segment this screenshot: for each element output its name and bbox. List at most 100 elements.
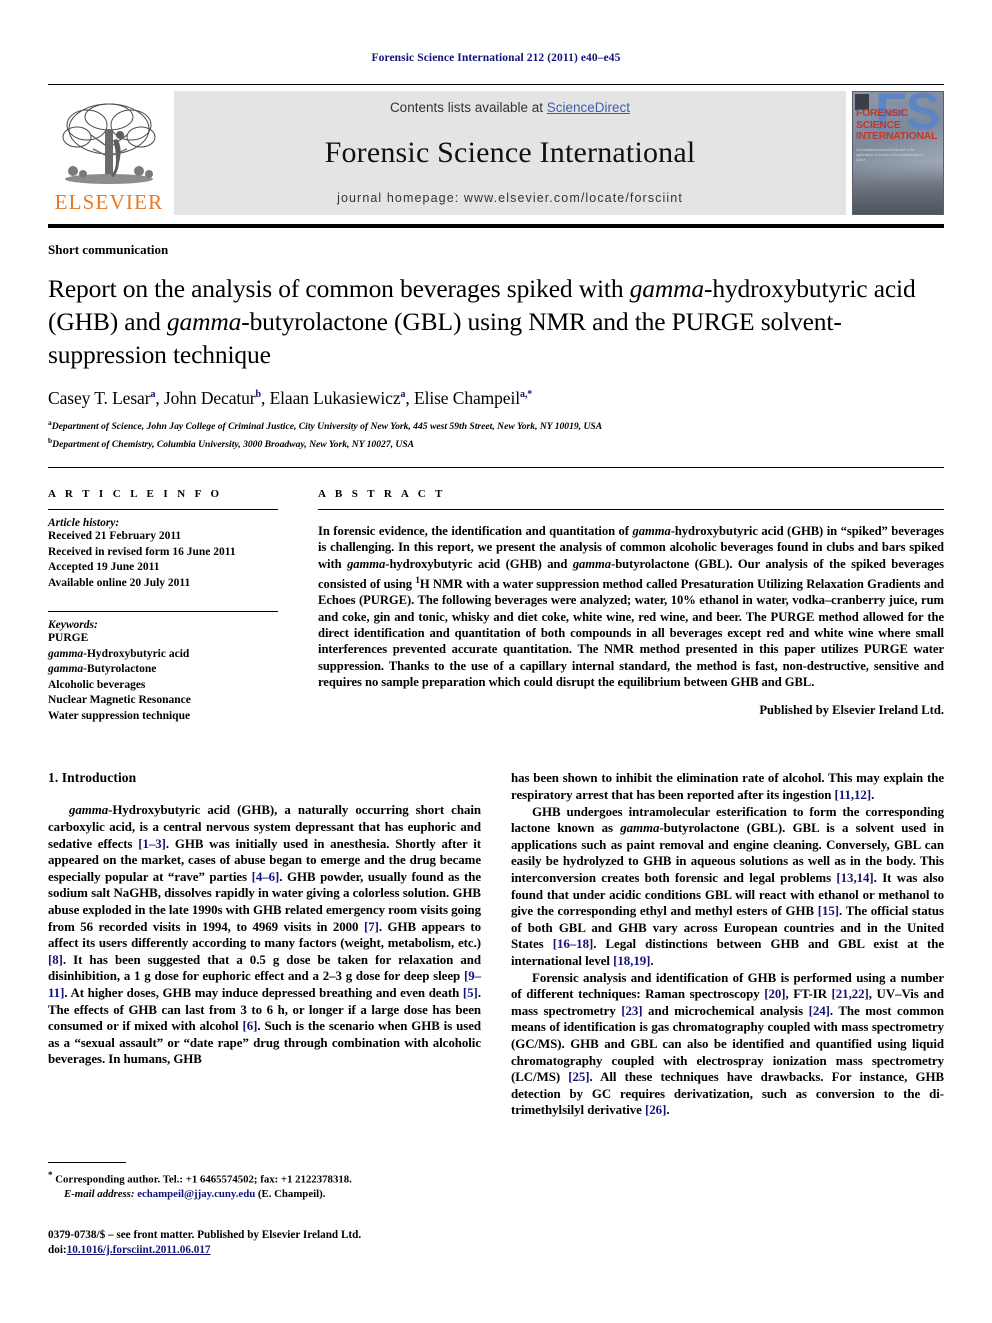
info-band-divider — [48, 467, 944, 469]
affiliation-item: bDepartment of Chemistry, Columbia Unive… — [48, 434, 944, 452]
document-type: Short communication — [48, 242, 169, 257]
author-affil-mark: a,* — [520, 389, 533, 401]
cover-subtitle: An international journal dedicated to th… — [856, 148, 924, 162]
abstract-italic: gamma — [632, 524, 671, 539]
elsevier-wordmark: ELSEVIER — [54, 190, 164, 214]
banner-center: Contents lists available at ScienceDirec… — [174, 91, 846, 215]
cover-mountain-art — [853, 162, 943, 214]
article-info-column: A R T I C L E I N F O Article history: R… — [48, 488, 300, 724]
footnote-text: Corresponding author. Tel.: +1 646557450… — [55, 1173, 352, 1186]
author-name[interactable]: Casey T. Lesar — [48, 388, 151, 408]
article-history-heading: Article history: — [48, 517, 120, 530]
author-list: Casey T. Lesara, John Decaturb, Elaan Lu… — [48, 388, 533, 409]
citation-ref[interactable]: [24] — [809, 1004, 830, 1018]
intro-paragraph-2: has been shown to inhibit the eliminatio… — [511, 770, 944, 803]
page-footer: 0379-0738/$ – see front matter. Publishe… — [48, 1228, 508, 1258]
cover-line-3: INTERNATIONAL — [856, 130, 938, 142]
email-link[interactable]: echampeil@jjay.cuny.edu — [137, 1188, 255, 1200]
footnote-line-1: * Corresponding author. Tel.: +1 6465574… — [48, 1168, 481, 1187]
elsevier-logo: ELSEVIER — [48, 91, 170, 215]
keyword-item[interactable]: Nuclear Magnetic Resonance — [48, 693, 278, 709]
author-affil-mark: a — [150, 389, 156, 401]
contents-prefix: Contents lists available at — [389, 100, 547, 115]
author-name[interactable]: John Decatur — [164, 388, 256, 408]
citation-ref[interactable]: [7] — [364, 920, 379, 934]
keyword-item[interactable]: gamma-Butyrolactone — [48, 662, 278, 678]
citation-ref[interactable]: [11,12] — [835, 788, 872, 802]
intro-italic: gamma — [620, 821, 660, 836]
keyword-item[interactable]: PURGE — [48, 631, 278, 647]
intro-seg: . — [666, 1103, 670, 1118]
corresponding-author-footnote: * Corresponding author. Tel.: +1 6465574… — [48, 1162, 481, 1201]
affiliations: aDepartment of Science, John Jay College… — [48, 416, 944, 451]
keyword-text: -Butyrolactone — [83, 663, 157, 676]
keywords-rule — [48, 611, 278, 613]
affiliation-item: aDepartment of Science, John Jay College… — [48, 416, 944, 434]
citation-ref[interactable]: [16–18] — [553, 937, 594, 951]
article-history-list: Received 21 February 2011 Received in re… — [48, 529, 278, 591]
intro-seg: and microchemical analysis — [642, 1003, 809, 1018]
abstract-seg: -hydroxybutyric acid (GHB) and — [385, 556, 573, 571]
title-italic-2: gamma — [166, 307, 242, 336]
intro-seg: has been shown to inhibit the eliminatio… — [511, 771, 944, 803]
title-seg-1: Report on the analysis of common beverag… — [48, 274, 630, 303]
contents-lists-line: Contents lists available at ScienceDirec… — [390, 100, 630, 115]
affiliation-text: Department of Science, John Jay College … — [51, 421, 603, 433]
doi-prefix: doi: — [48, 1244, 67, 1256]
header-divider — [48, 224, 944, 228]
intro-italic: gamma — [69, 803, 109, 818]
history-item: Available online 20 July 2011 — [48, 576, 191, 589]
sciencedirect-link[interactable]: ScienceDirect — [547, 100, 630, 115]
author-name[interactable]: Elise Champeil — [414, 388, 520, 408]
citation-ref[interactable]: [20] — [764, 987, 785, 1001]
cover-journal-name: FORENSIC SCIENCE INTERNATIONAL — [856, 107, 938, 143]
citation-ref[interactable]: [6] — [243, 1019, 258, 1033]
history-item: Received in revised form 16 June 2011 — [48, 545, 236, 558]
keyword-text: -Hydroxybutyric acid — [83, 647, 190, 660]
article-info-rule — [48, 509, 278, 511]
doi-link[interactable]: 10.1016/j.forsciint.2011.06.017 — [67, 1244, 211, 1256]
keyword-text: Water suppression technique — [48, 709, 191, 722]
citation-ref[interactable]: [23] — [621, 1004, 642, 1018]
keyword-item[interactable]: gamma-Hydroxybutyric acid — [48, 647, 278, 663]
citation-ref[interactable]: [8] — [48, 953, 63, 967]
intro-seg: . At higher doses, GHB may induce depres… — [64, 985, 463, 1000]
journal-banner: ELSEVIER Contents lists available at Sci… — [48, 84, 944, 215]
email-owner: (E. Champeil). — [257, 1187, 326, 1200]
citation-ref[interactable]: [5] — [463, 986, 478, 1000]
intro-paragraph-3: GHB undergoes intramolecular esterificat… — [511, 804, 944, 970]
keyword-item[interactable]: Alcoholic beverages — [48, 678, 278, 694]
intro-seg: , FT-IR — [785, 987, 832, 1002]
email-label: E-mail address: — [64, 1187, 135, 1200]
abstract-label: A B S T R A C T — [318, 488, 446, 501]
info-abstract-band: A R T I C L E I N F O Article history: R… — [48, 488, 944, 724]
citation-ref[interactable]: [1–3] — [138, 837, 166, 851]
keyword-text: Alcoholic beverages — [48, 678, 146, 691]
citation-ref[interactable]: [15] — [818, 904, 839, 918]
intro-paragraph-1: gamma-Hydroxybutyric acid (GHB), a natur… — [48, 802, 481, 1068]
abstract-rule — [318, 509, 944, 511]
intro-seg: . — [871, 788, 875, 803]
citation-ref[interactable]: [4–6] — [252, 870, 280, 884]
keywords-block: Keywords: PURGE gamma-Hydroxybutyric aci… — [48, 619, 278, 724]
citation-ref[interactable]: [13,14] — [836, 871, 873, 885]
citation-ref[interactable]: [21,22] — [832, 987, 869, 1001]
affiliation-text: Department of Chemistry, Columbia Univer… — [52, 438, 415, 450]
author-name[interactable]: Elaan Lukasiewicz — [270, 388, 401, 408]
keyword-italic: gamma — [48, 647, 84, 660]
journal-homepage[interactable]: journal homepage: www.elsevier.com/locat… — [337, 191, 683, 205]
citation-ref[interactable]: [26] — [645, 1103, 666, 1117]
doi-line: doi:10.1016/j.forsciint.2011.06.017 — [48, 1243, 508, 1258]
citation-ref[interactable]: [18,19] — [613, 954, 650, 968]
author-affil-mark: a — [400, 389, 406, 401]
abstract-column: A B S T R A C T In forensic evidence, th… — [300, 488, 944, 724]
keyword-item[interactable]: Water suppression technique — [48, 709, 278, 725]
abstract-seg: In forensic evidence, the identification… — [318, 524, 633, 539]
body-column-left: 1. Introduction gamma-Hydroxybutyric aci… — [48, 770, 481, 1118]
page-title: Report on the analysis of common beverag… — [48, 272, 944, 371]
abstract-text: In forensic evidence, the identification… — [318, 523, 944, 690]
abstract-italic: gamma — [572, 556, 612, 571]
intro-seg: . It has been suggested that a 0.5 g dos… — [48, 952, 481, 984]
footnote-marker: * — [48, 1170, 53, 1180]
citation-ref[interactable]: [25] — [568, 1070, 589, 1084]
